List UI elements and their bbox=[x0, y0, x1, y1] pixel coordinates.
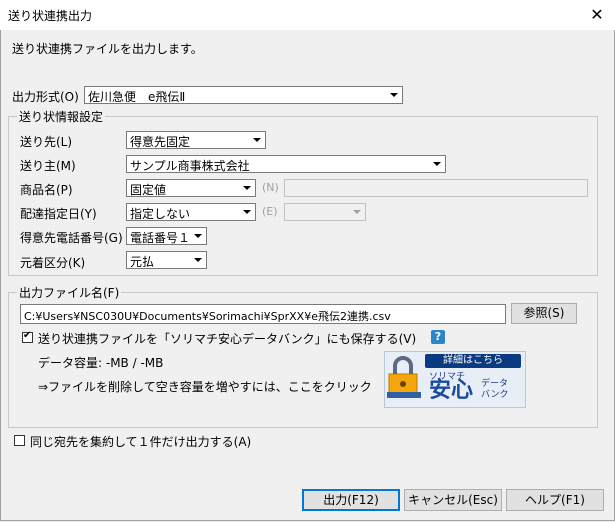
product-name-extra-field bbox=[284, 179, 588, 197]
destination-label: 送り先(L) bbox=[20, 135, 73, 149]
save-to-databank-checkbox[interactable] bbox=[22, 330, 33, 343]
product-name-select[interactable]: 固定値 bbox=[126, 179, 256, 197]
delivery-date-value: 指定しない bbox=[130, 207, 191, 221]
output-format-label: 出力形式(O) bbox=[12, 90, 79, 104]
sender-value: サンプル商事株式会社 bbox=[130, 159, 250, 173]
delivery-date-extra-label: (E) bbox=[262, 205, 278, 218]
title-bar bbox=[0, 0, 615, 30]
output-button[interactable]: 出力(F12) bbox=[302, 489, 400, 511]
merge-checkbox[interactable] bbox=[14, 435, 25, 446]
lock-icon bbox=[385, 352, 425, 407]
file-path-value: C:¥Users¥NSC030U¥Documents¥Sorimachi¥Spr… bbox=[24, 310, 391, 323]
capacity-text: データ容量: -MB / -MB bbox=[38, 356, 164, 370]
file-path-input[interactable]: C:¥Users¥NSC030U¥Documents¥Sorimachi¥Spr… bbox=[20, 304, 506, 324]
phone-label: 得意先電話番号(G) bbox=[20, 231, 123, 245]
product-name-value: 固定値 bbox=[130, 183, 167, 197]
charge-label: 元着区分(K) bbox=[20, 256, 86, 270]
cancel-button[interactable]: キャンセル(Esc) bbox=[404, 489, 502, 511]
chevron-down-icon bbox=[189, 228, 206, 244]
databank-banner[interactable]: 詳細はこちら ソリマチ 安心 データ バンク bbox=[384, 351, 526, 408]
settings-group-legend: 送り状情報設定 bbox=[17, 108, 106, 125]
phone-select[interactable]: 電話番号１ bbox=[126, 227, 207, 245]
sender-label: 送り主(M) bbox=[20, 159, 76, 173]
output-format-value: 佐川急便 e飛伝Ⅱ bbox=[88, 90, 186, 104]
product-name-label: 商品名(P) bbox=[20, 183, 73, 197]
output-format-select[interactable]: 佐川急便 e飛伝Ⅱ bbox=[84, 86, 403, 104]
charge-select[interactable]: 元払 bbox=[126, 251, 207, 269]
delivery-date-extra-select bbox=[284, 203, 366, 221]
chevron-down-icon bbox=[238, 180, 255, 196]
chevron-down-icon bbox=[348, 204, 365, 220]
merge-label: 同じ宛先を集約して１件だけ出力する(A) bbox=[30, 435, 252, 449]
destination-value: 得意先固定 bbox=[130, 135, 191, 149]
browse-button[interactable]: 参照(S) bbox=[511, 303, 577, 324]
charge-value: 元払 bbox=[130, 255, 155, 269]
destination-select[interactable]: 得意先固定 bbox=[126, 131, 266, 149]
sender-select[interactable]: サンプル商事株式会社 bbox=[126, 155, 446, 173]
close-icon[interactable]: ✕ bbox=[586, 4, 608, 26]
delivery-date-select[interactable]: 指定しない bbox=[126, 203, 256, 221]
chevron-down-icon bbox=[428, 156, 445, 172]
banner-brand-big: 安心 bbox=[429, 378, 474, 403]
phone-value: 電話番号１ bbox=[130, 231, 191, 245]
intro-text: 送り状連携ファイルを出力します。 bbox=[12, 42, 203, 56]
window-title: 送り状連携出力 bbox=[8, 9, 93, 23]
free-space-hint: ⇒ファイルを削除して空き容量を増やすには、ここをクリック bbox=[38, 380, 372, 394]
chevron-down-icon bbox=[189, 252, 206, 268]
chevron-down-icon bbox=[385, 87, 402, 103]
banner-brand-right: データ バンク bbox=[481, 379, 509, 400]
chevron-down-icon bbox=[238, 204, 255, 220]
help-button[interactable]: ヘルプ(F1) bbox=[506, 489, 604, 511]
chevron-down-icon bbox=[248, 132, 265, 148]
help-icon[interactable]: ? bbox=[431, 330, 445, 344]
save-to-databank-label: 送り状連携ファイルを「ソリマチ安心データバンク」にも保存する(V) bbox=[38, 332, 417, 346]
file-group-legend: 出力ファイル名(F) bbox=[17, 284, 122, 301]
product-name-extra-label: (N) bbox=[262, 181, 279, 194]
banner-details-label: 詳細はこちら bbox=[425, 354, 521, 368]
delivery-date-label: 配達指定日(Y) bbox=[20, 207, 97, 221]
